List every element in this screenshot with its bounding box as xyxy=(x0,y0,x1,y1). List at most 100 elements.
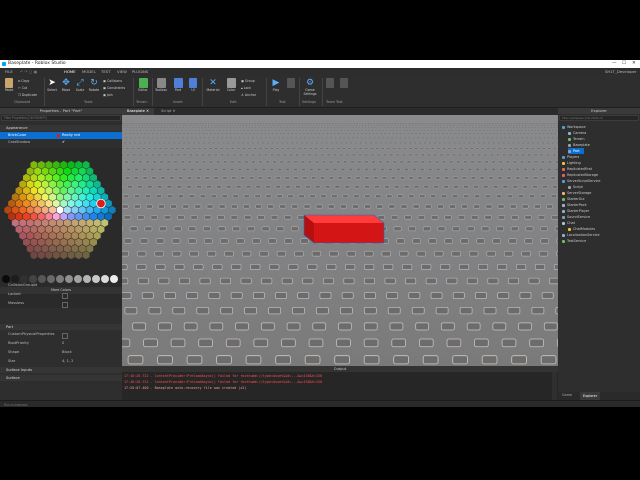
color-swatch[interactable] xyxy=(90,173,97,182)
color-swatch[interactable] xyxy=(34,231,42,240)
color-swatch[interactable] xyxy=(56,231,64,240)
color-swatch[interactable] xyxy=(26,206,34,214)
color-swatch[interactable] xyxy=(63,244,71,253)
color-swatch[interactable] xyxy=(26,244,34,253)
color-swatch[interactable] xyxy=(37,238,45,247)
massless-checkbox[interactable] xyxy=(62,301,68,308)
color-swatch[interactable] xyxy=(93,218,101,227)
color-swatch[interactable] xyxy=(93,231,101,240)
color-swatch[interactable] xyxy=(63,180,71,189)
locked-checkbox[interactable] xyxy=(62,292,68,299)
explorer-filter-input[interactable] xyxy=(559,115,639,121)
color-swatch[interactable] xyxy=(30,173,38,182)
ui-button[interactable]: UI xyxy=(187,78,199,92)
color-swatch[interactable] xyxy=(90,225,97,234)
color-swatch[interactable] xyxy=(49,180,57,189)
color-swatch[interactable] xyxy=(75,251,83,260)
color-swatch[interactable] xyxy=(37,186,45,195)
color-swatch[interactable] xyxy=(90,212,97,221)
color-swatch[interactable] xyxy=(71,231,79,240)
color-swatch[interactable] xyxy=(63,231,71,240)
color-swatch[interactable] xyxy=(30,225,38,234)
color-swatch[interactable] xyxy=(15,225,23,234)
property-rootpriority[interactable]: RootPriority 0 xyxy=(0,340,122,347)
select-tool-button[interactable]: ➤ Select xyxy=(46,78,58,92)
join-toggle[interactable]: ▣ Join xyxy=(103,93,113,97)
color-swatch[interactable] xyxy=(67,251,75,260)
color-swatch[interactable] xyxy=(11,193,19,202)
color-swatch[interactable] xyxy=(15,186,23,195)
copy-button[interactable]: ⧉ Copy xyxy=(18,79,29,83)
color-swatch[interactable] xyxy=(45,160,53,169)
color-swatch[interactable] xyxy=(23,173,30,182)
color-swatch[interactable] xyxy=(86,167,94,176)
color-swatch[interactable] xyxy=(52,251,60,260)
color-swatch[interactable] xyxy=(30,212,38,221)
property-brickcolor[interactable]: BrickColor Really red xyxy=(0,132,122,139)
color-swatch[interactable] xyxy=(82,225,90,234)
color-swatch[interactable] xyxy=(97,186,105,195)
property-shape[interactable]: Shape Block xyxy=(0,349,122,356)
color-swatch[interactable] xyxy=(86,193,94,202)
tab-test[interactable]: TEST xyxy=(101,69,110,74)
color-swatch[interactable] xyxy=(78,206,86,214)
color-swatch[interactable] xyxy=(26,180,34,189)
color-swatch[interactable] xyxy=(78,244,86,253)
color-swatch[interactable] xyxy=(60,186,68,195)
color-swatch[interactable] xyxy=(60,212,68,221)
color-swatch[interactable] xyxy=(101,218,109,227)
color-swatch[interactable] xyxy=(49,167,57,176)
color-swatch[interactable] xyxy=(45,199,53,208)
color-swatch[interactable] xyxy=(37,212,45,221)
color-swatch[interactable] xyxy=(82,238,90,247)
lock-button[interactable]: 🔒︎ Lock xyxy=(241,86,251,90)
color-swatch[interactable] xyxy=(19,193,27,202)
property-size[interactable]: Size 4, 1, 2 xyxy=(0,358,122,365)
color-swatch[interactable] xyxy=(60,225,68,234)
color-swatch[interactable] xyxy=(71,206,79,214)
maximize-button[interactable]: ☐ xyxy=(622,61,626,66)
color-swatch[interactable] xyxy=(34,193,42,202)
color-swatch[interactable] xyxy=(23,199,30,208)
tab-plugins[interactable]: PLUGINS xyxy=(132,69,148,74)
color-swatch[interactable] xyxy=(52,225,60,234)
color-swatch[interactable] xyxy=(86,218,94,227)
color-swatch[interactable] xyxy=(37,160,45,169)
duplicate-button[interactable]: ❐ Duplicate xyxy=(18,93,37,97)
anchor-button[interactable]: ⚓︎ Anchor xyxy=(241,93,256,97)
3d-viewport[interactable] xyxy=(122,115,558,366)
tab-baseplate[interactable]: Baseplate ✕ xyxy=(122,108,155,115)
color-swatch[interactable] xyxy=(15,212,23,221)
color-swatch[interactable] xyxy=(56,180,64,189)
castshadow-checkbox[interactable]: ✔ xyxy=(62,139,65,146)
part-button[interactable]: Part xyxy=(171,78,185,92)
game-settings-button[interactable]: ⚙ Game Settings xyxy=(301,78,319,96)
color-swatch[interactable] xyxy=(71,193,79,202)
color-swatch[interactable] xyxy=(45,186,53,195)
color-swatch[interactable] xyxy=(63,218,71,227)
color-swatch[interactable] xyxy=(19,206,27,214)
scale-tool-button[interactable]: ⤢ Scale xyxy=(74,78,86,92)
color-swatch[interactable] xyxy=(78,218,86,227)
color-swatch[interactable] xyxy=(19,231,27,240)
color-swatch[interactable] xyxy=(71,244,79,253)
color-swatch[interactable] xyxy=(37,251,45,260)
color-swatch[interactable] xyxy=(49,193,57,202)
color-swatch[interactable] xyxy=(78,231,86,240)
color-swatch[interactable] xyxy=(90,199,97,208)
color-swatch[interactable] xyxy=(52,160,60,169)
color-swatch[interactable] xyxy=(67,173,75,182)
color-swatch[interactable] xyxy=(52,212,60,221)
baseplate-scene[interactable] xyxy=(122,115,558,366)
cut-button[interactable]: ✂ Cut xyxy=(18,86,27,90)
paste-button[interactable]: Paste xyxy=(3,78,15,92)
color-swatch[interactable] xyxy=(67,225,75,234)
color-swatch[interactable] xyxy=(23,225,30,234)
color-swatch[interactable] xyxy=(49,231,57,240)
color-swatch[interactable] xyxy=(45,225,53,234)
color-swatch[interactable] xyxy=(41,167,49,176)
tab-explorer[interactable]: Explorer xyxy=(580,392,601,400)
color-swatch[interactable] xyxy=(67,199,75,208)
color-swatch[interactable] xyxy=(26,218,34,227)
color-swatch[interactable] xyxy=(11,206,19,214)
